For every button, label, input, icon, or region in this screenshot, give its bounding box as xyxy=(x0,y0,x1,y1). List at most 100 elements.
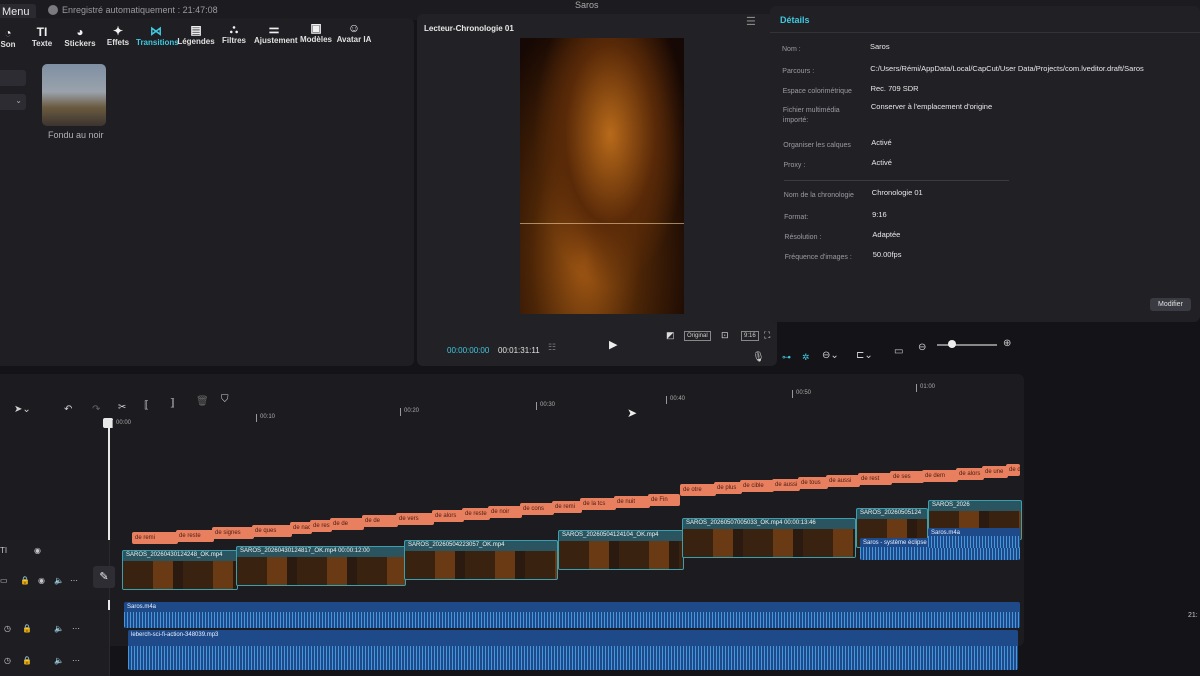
text-clip[interactable]: de ses xyxy=(890,471,924,484)
split-view-icon[interactable]: ⊏⌄ xyxy=(856,350,873,361)
more-icon[interactable]: ⋯ xyxy=(72,624,80,633)
menu-icon[interactable]: ☰ xyxy=(746,15,756,28)
lock-icon[interactable]: 🔒 xyxy=(22,624,32,633)
split-icon[interactable]: ✂ xyxy=(118,402,126,413)
fullscreen-icon[interactable]: ⛶ xyxy=(764,330,770,341)
fit-icon[interactable]: ⊡ xyxy=(721,330,729,341)
text-clip[interactable]: de de xyxy=(362,515,398,528)
text-clip[interactable]: de noir xyxy=(488,505,522,518)
tool-captions[interactable]: ▤ Légendes xyxy=(176,23,216,46)
undo-icon[interactable]: ↶ xyxy=(64,404,72,415)
clip-label: SAROS_2026 xyxy=(932,502,970,508)
preview-axis-icon[interactable]: ⊖⌄ xyxy=(822,350,839,361)
aspect-ratio-button[interactable]: 9:16 xyxy=(741,331,759,341)
caption-icon[interactable]: ▭ xyxy=(894,346,903,357)
video-clip[interactable]: SAROS_20260507005033_OK.mp4 00:00:13:46 xyxy=(682,518,856,558)
transition-thumbnail[interactable] xyxy=(42,64,106,126)
detail-value: Rec. 709 SDR xyxy=(870,84,919,93)
more-icon[interactable]: ⋯ xyxy=(70,576,78,585)
delete-icon[interactable]: 🗑 xyxy=(196,396,209,407)
sidebar-category[interactable] xyxy=(0,70,26,86)
zoom-slider-handle[interactable] xyxy=(948,340,956,348)
text-clip[interactable]: de alors xyxy=(956,467,984,480)
zoom-out-icon[interactable]: ⊖ xyxy=(918,342,926,353)
zoom-in-icon[interactable]: ⊕ xyxy=(1003,338,1011,349)
text-clip[interactable]: de otre xyxy=(680,484,716,496)
list-icon[interactable]: ☷ xyxy=(548,342,556,353)
audio-clip[interactable]: Saros.m4a xyxy=(124,602,1020,628)
avatar-icon: ☺ xyxy=(347,20,361,35)
text-clip[interactable]: de Fin xyxy=(648,493,680,506)
text-clip[interactable]: de la tcs xyxy=(580,498,616,511)
text-clip[interactable]: de de xyxy=(1006,464,1020,477)
eye-icon[interactable]: ◉ xyxy=(34,546,41,555)
video-preview[interactable] xyxy=(520,38,684,314)
audio-clip[interactable]: Saros.m4a xyxy=(928,528,1020,548)
text-clip[interactable]: de signes xyxy=(212,527,254,540)
text-clip[interactable]: de une xyxy=(982,466,1008,478)
detail-value: Activé xyxy=(871,138,892,147)
detail-label: Résolution : xyxy=(784,234,822,241)
tool-adjust[interactable]: ⚌ Ajustement xyxy=(254,22,298,45)
tool-effects[interactable]: ✦ Effets xyxy=(98,24,138,47)
text-clip[interactable]: de reste xyxy=(310,520,332,532)
text-clip[interactable]: de cible xyxy=(740,480,774,493)
text-clip[interactable]: de reste xyxy=(462,508,490,520)
video-clip[interactable]: SAROS_20260504124104_OK.mp4 xyxy=(558,530,684,570)
select-tool-icon[interactable]: ➤⌄ xyxy=(14,404,31,415)
play-button[interactable]: ▶ xyxy=(609,338,617,351)
tool-templates[interactable]: ▣ Modèles xyxy=(296,21,336,44)
redo-icon[interactable]: ↷ xyxy=(92,404,100,415)
split-right-icon[interactable]: ⟧ xyxy=(170,398,175,409)
split-left-icon[interactable]: ⟦ xyxy=(144,400,149,411)
text-clip[interactable]: de remi xyxy=(132,532,178,544)
tool-filters[interactable]: ⛬ Filtres xyxy=(214,22,254,45)
text-clip[interactable]: de rest xyxy=(858,473,892,486)
more-icon[interactable]: ⋯ xyxy=(72,656,80,665)
speaker-icon[interactable]: 🔈 xyxy=(54,656,64,665)
tool-text[interactable]: TI Texte xyxy=(22,25,62,48)
speaker-icon[interactable]: 🔈 xyxy=(54,576,64,585)
text-clip[interactable]: de aussi xyxy=(772,478,800,491)
tool-sticker[interactable]: ◕ Stickers xyxy=(60,25,100,48)
text-clip[interactable]: de remi xyxy=(552,500,582,513)
text-clip[interactable]: de de xyxy=(330,517,364,530)
microphone-icon[interactable]: 🎙 xyxy=(752,352,765,363)
sidebar-dropdown[interactable]: ⌄ xyxy=(0,94,26,110)
lock-icon[interactable]: 🔒 xyxy=(22,656,32,665)
text-clip[interactable]: de nacl xyxy=(290,522,312,535)
text-clip[interactable]: de plus xyxy=(714,482,742,495)
video-clip[interactable]: SAROS_20260504223057_OK.mp4 xyxy=(404,540,558,580)
zoom-slider[interactable] xyxy=(937,344,997,346)
text-clip[interactable]: de dem xyxy=(922,469,958,482)
shield-icon[interactable]: ⛉ xyxy=(221,394,229,405)
waveform xyxy=(860,546,1020,560)
tool-avatar[interactable]: ☺ Avatar IA xyxy=(334,21,374,44)
magnet-icon[interactable]: ⊶ xyxy=(782,352,791,363)
detail-label: Proxy : xyxy=(783,162,806,169)
video-clip[interactable]: SAROS_20260430124817_OK.mp4 00:00:12:00 xyxy=(236,546,406,586)
text-clip[interactable]: de reste xyxy=(176,529,214,542)
text-clip[interactable]: de aussi xyxy=(826,475,860,487)
ruler-label: 00:30 xyxy=(540,402,556,408)
text-clip[interactable]: de nuit xyxy=(614,496,650,508)
link-icon[interactable]: ✲ xyxy=(802,352,810,363)
edit-cover-button[interactable]: ✎ xyxy=(93,566,115,588)
detail-label: Format: xyxy=(784,214,809,221)
lock-icon[interactable]: 🔒 xyxy=(20,576,30,585)
modify-button[interactable]: Modifier xyxy=(1150,298,1191,311)
waveform xyxy=(128,646,1018,670)
eye-icon[interactable]: ◉ xyxy=(38,576,45,585)
text-clip[interactable]: de alors xyxy=(432,510,464,523)
tool-transitions[interactable]: ⋈ Transitions xyxy=(136,24,179,47)
crop-icon[interactable]: ◩ xyxy=(666,330,675,341)
video-clip[interactable]: SAROS_20260430124248_OK.mp4 xyxy=(122,550,238,590)
speaker-icon[interactable]: 🔈 xyxy=(54,624,64,633)
text-clip[interactable]: de ques xyxy=(252,524,292,537)
text-clip[interactable]: de tous xyxy=(798,476,828,489)
audio-clip[interactable]: leberch-sci-fi-action-348039.mp3 xyxy=(128,630,1018,670)
text-clip[interactable]: de cons xyxy=(520,503,554,516)
ratio-button[interactable]: Original xyxy=(684,331,711,341)
detail-label: Nom : xyxy=(782,46,801,53)
text-clip[interactable]: de vers xyxy=(396,512,434,525)
